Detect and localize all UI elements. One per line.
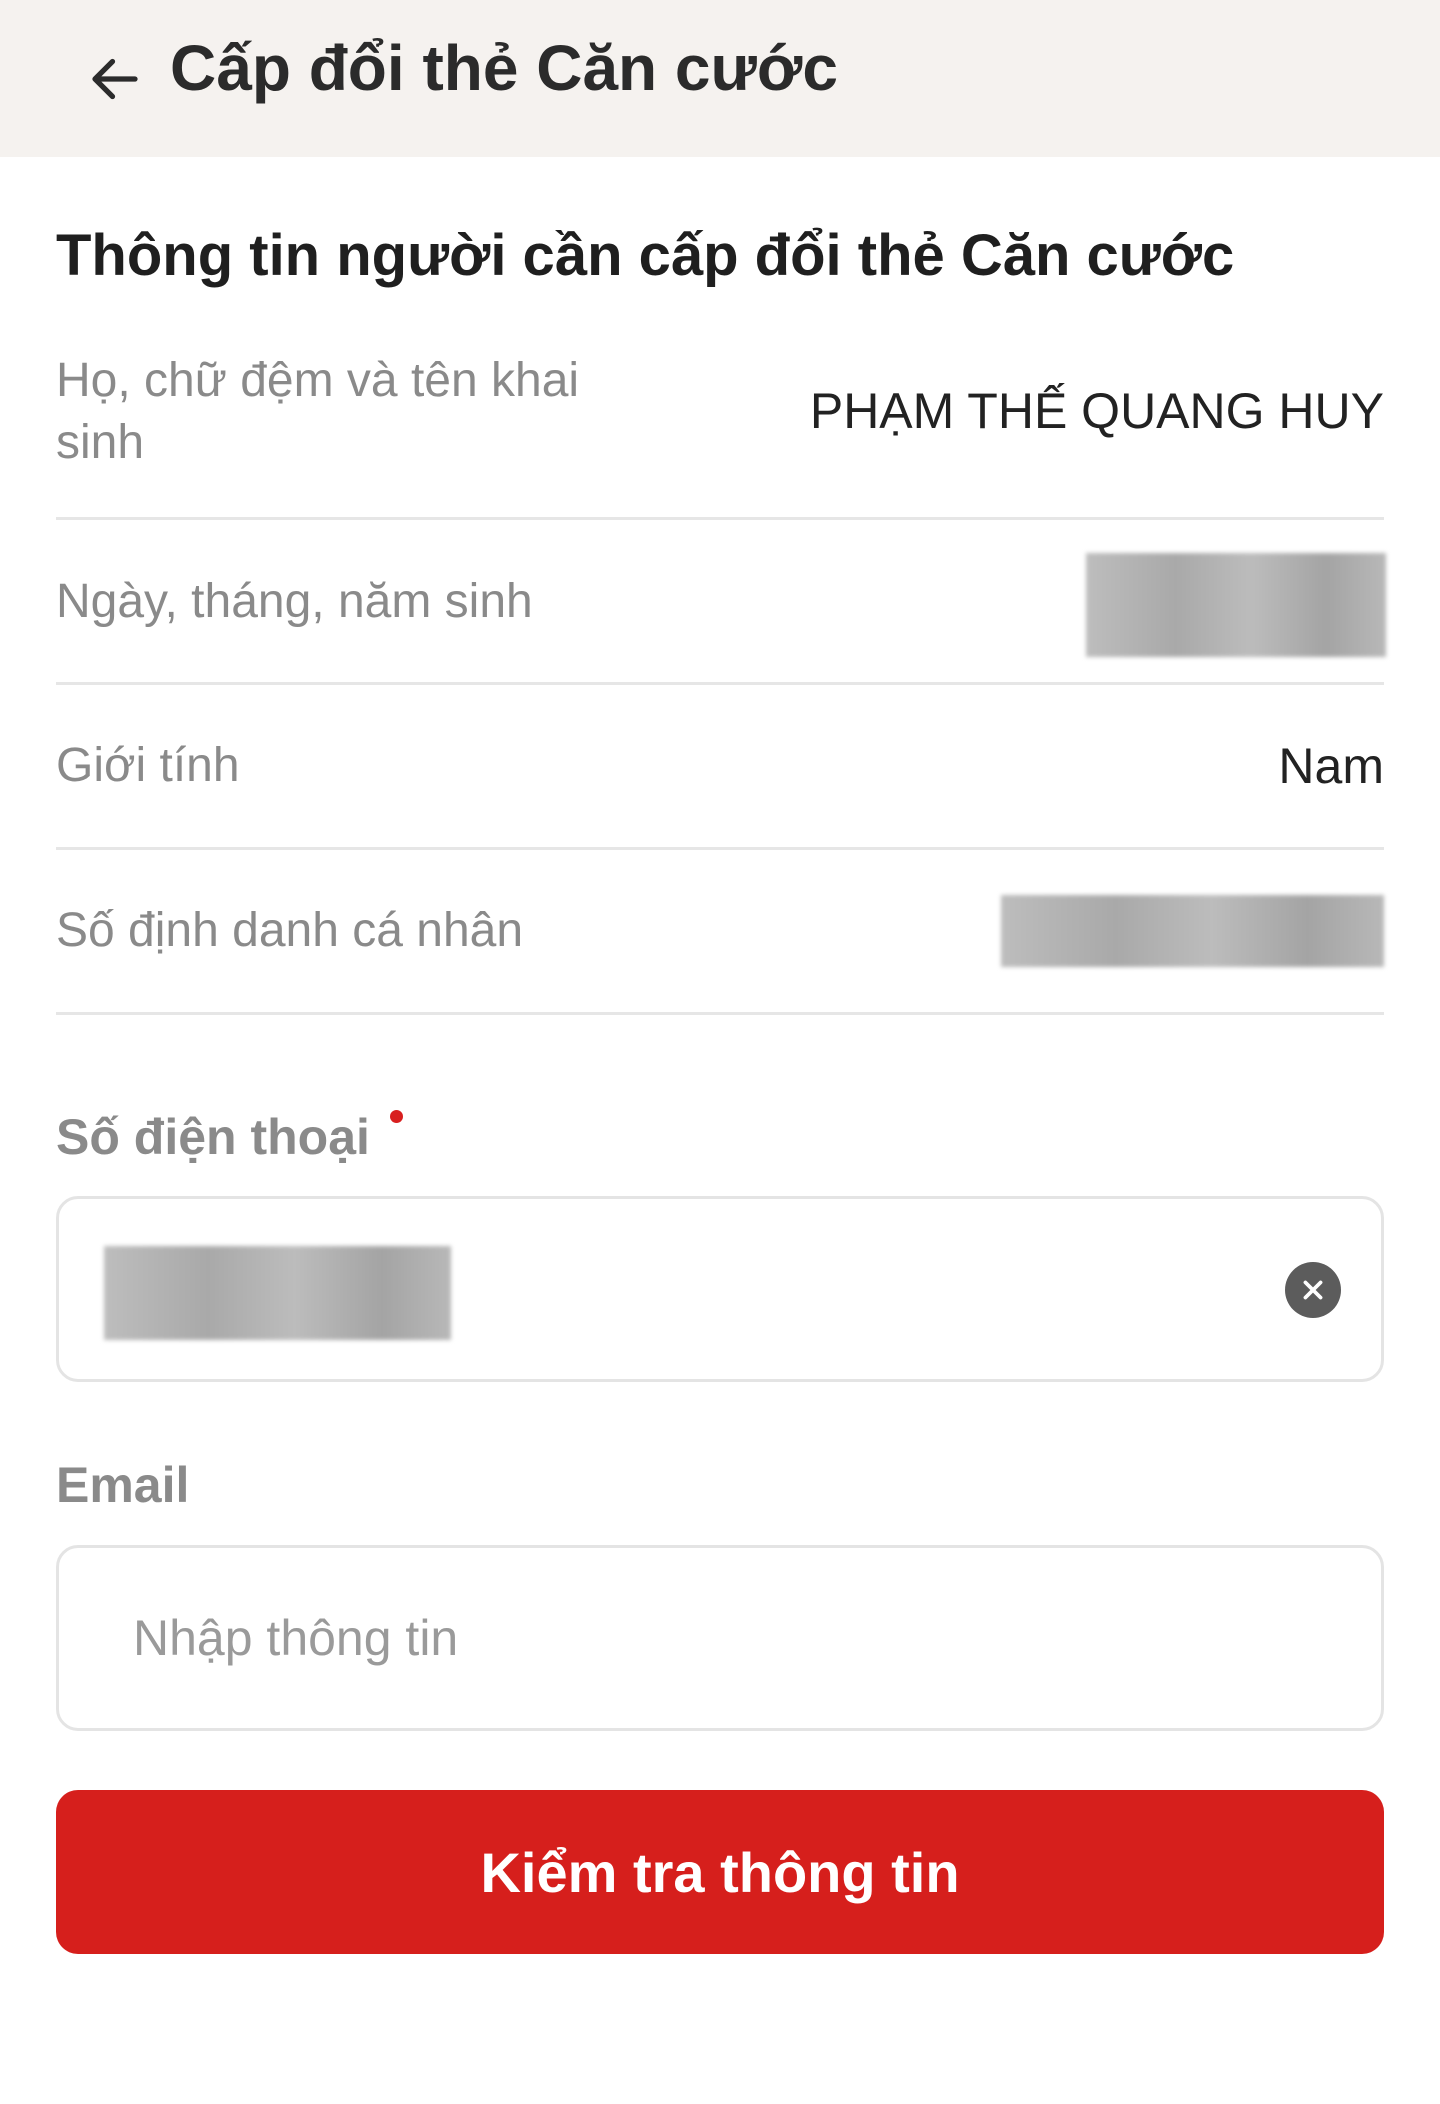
clear-phone-button[interactable] xyxy=(1285,1262,1341,1318)
info-row-personal-id: Số định danh cá nhân xyxy=(56,850,1384,1015)
phone-field[interactable] xyxy=(56,1196,1384,1382)
app-bar: Cấp đổi thẻ Căn cước xyxy=(0,0,1440,157)
phone-label-text: Số điện thoại xyxy=(56,1109,370,1165)
required-indicator xyxy=(389,1110,403,1123)
personal-id-label: Số định danh cá nhân xyxy=(56,904,524,957)
info-row-gender: Giới tính Nam xyxy=(56,685,1384,850)
page-title: Cấp đổi thẻ Căn cước xyxy=(170,32,838,104)
date-of-birth-redacted xyxy=(1086,553,1386,657)
email-input[interactable] xyxy=(131,1548,1231,1728)
info-row-full-name: Họ, chữ đệm và tên khai sinh PHẠM THẾ QU… xyxy=(56,340,1384,520)
clear-circle-icon xyxy=(1303,1280,1323,1300)
full-name-value: PHẠM THẾ QUANG HUY xyxy=(809,383,1384,439)
phone-label: Số điện thoại xyxy=(56,1106,403,1168)
info-row-date-of-birth: Ngày, tháng, năm sinh xyxy=(56,520,1386,685)
email-label: Email xyxy=(56,1457,190,1513)
check-info-button[interactable]: Kiểm tra thông tin xyxy=(56,1790,1384,1954)
phone-redacted xyxy=(104,1246,451,1340)
full-name-label: Họ, chữ đệm và tên khai sinh xyxy=(56,354,580,469)
date-of-birth-label: Ngày, tháng, năm sinh xyxy=(56,575,533,628)
email-field[interactable] xyxy=(56,1545,1384,1731)
personal-id-redacted xyxy=(1001,895,1384,967)
arrow-left-icon xyxy=(92,58,138,100)
gender-label: Giới tính xyxy=(56,739,240,792)
section-title: Thông tin người cần cấp đổi thẻ Căn cước xyxy=(56,223,1235,288)
gender-value: Nam xyxy=(1278,738,1384,794)
back-button[interactable] xyxy=(60,24,170,134)
